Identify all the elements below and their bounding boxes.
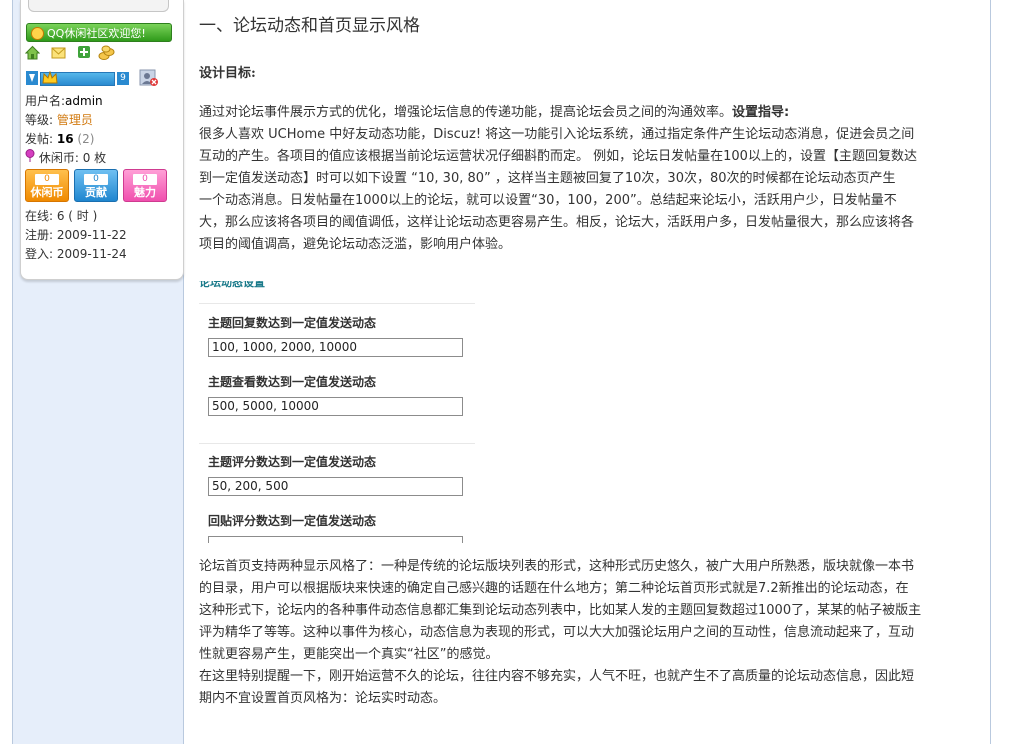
welcome-banner[interactable]: QQ休闲社区欢迎您!	[26, 23, 172, 42]
settings-screenshot: 论坛动态设置 主题回复数达到一定值发送动态 100, 1000, 2000, 1…	[199, 281, 475, 543]
badge-leisure-coin-label: 休闲币	[30, 186, 64, 199]
level-progress-bar	[40, 70, 115, 89]
style-line: 性就更容易产生，更能突出一个真实“社区”的感觉。	[199, 647, 499, 662]
add-friend-icon[interactable]	[77, 45, 92, 60]
admin-badge-icon	[25, 70, 39, 90]
intro-line: 通过对论坛事件展示方式的优化，增强论坛信息的传递功能，提高论坛会员之间的沟通效率…	[199, 105, 790, 120]
setting-input-view[interactable]: 500, 5000, 10000	[208, 397, 463, 416]
setting-label-view: 主题查看数达到一定值发送动态	[208, 375, 377, 389]
style-line: 评为精华了等等。这种以事件为核心，动态信息为表现的形式，可以大大加强论坛用户之间…	[199, 625, 915, 640]
group-value[interactable]: 管理员	[57, 113, 93, 127]
group-label: 等级:	[25, 113, 54, 127]
setting-label-reply: 主题回复数达到一定值发送动态	[208, 316, 377, 330]
login-row: 登入: 2009-11-24	[25, 247, 127, 261]
crown-icon	[42, 70, 58, 89]
badge-leisure-coin[interactable]: 0 休闲币	[25, 169, 69, 202]
settings-separator	[199, 303, 475, 304]
mail-icon[interactable]	[51, 45, 66, 60]
setting-label-thread-rate: 主题评分数达到一定值发送动态	[208, 455, 377, 469]
currency-value: 0 枚	[82, 151, 107, 165]
content-right-border	[990, 0, 991, 744]
badge-leisure-coin-value: 0	[35, 174, 59, 185]
setting-input-thread-rate[interactable]: 50, 200, 500	[208, 477, 463, 496]
badge-charm[interactable]: 0 魅力	[123, 169, 167, 202]
goal-heading: 设计目标:	[199, 66, 256, 81]
intro-line: 互动的产生。各项目的值应该根据当前论坛运营状况仔细斟酌而定。 例如，论坛日发帖量…	[199, 149, 917, 164]
setting-input-post-rate[interactable]	[208, 536, 463, 543]
user-status-icon[interactable]	[139, 69, 159, 91]
qq-icon	[31, 27, 44, 40]
pin-icon	[25, 149, 39, 165]
posts-value: 16	[56, 132, 74, 146]
level-number: 9	[117, 72, 129, 85]
username-row: 用户名:admin	[25, 92, 103, 109]
group-row: 等级: 管理员	[25, 111, 93, 128]
username-label: 用户名:	[25, 94, 66, 108]
article-title: 一、论坛动态和首页显示风格	[199, 16, 420, 36]
settings-clipped-heading: 论坛动态设置	[199, 281, 265, 289]
register-row: 注册: 2009-11-22	[25, 228, 127, 242]
style-line: 这种形式下，论坛内的各种事件动态信息都汇集到论坛动态列表中，比如某人发的主题回复…	[199, 603, 922, 618]
currency-label: 休闲币:	[38, 151, 79, 165]
intro-line: 很多人喜欢 UCHome 中好友动态功能，Discuz! 将这一功能引入论坛系统…	[199, 127, 915, 142]
intro-line: 一个动态消息。日发帖量在1000以上的论坛，就可以设置“30，100，200”。…	[199, 193, 897, 208]
welcome-banner-text: QQ休闲社区欢迎您!	[47, 27, 146, 40]
posts-extra: (2)	[77, 132, 95, 146]
setting-input-reply[interactable]: 100, 1000, 2000, 10000	[208, 338, 463, 357]
badge-charm-label: 魅力	[134, 186, 156, 199]
username-value[interactable]: admin	[65, 94, 103, 108]
badge-contribution-value: 0	[84, 174, 108, 185]
intro-paragraph: 通过对论坛事件展示方式的优化，增强论坛信息的传递功能，提高论坛会员之间的沟通效率…	[199, 102, 979, 256]
posts-label: 发帖:	[25, 132, 54, 146]
setting-label-post-rate: 回贴评分数达到一定值发送动态	[208, 514, 377, 528]
intro-line: 大，那么应该将各项目的阈值调低，这样让论坛动态更容易产生。相反，论坛大，活跃用户…	[199, 215, 915, 230]
profile-top-tab	[28, 0, 169, 12]
style-paragraph: 论坛首页支持两种显示风格了：一种是传统的论坛版块列表的形式，这种形式历史悠久，被…	[199, 556, 979, 710]
style-line: 在这里特别提醒一下，刚开始运营不久的论坛，往往内容不够充实，人气不旺，也就产生不…	[199, 669, 915, 684]
guide-label: 设置指导:	[732, 105, 790, 120]
coins-icon[interactable]	[98, 45, 115, 60]
settings-separator	[199, 443, 475, 444]
style-line: 期内不宜设置首页风格为：论坛实时动态。	[199, 691, 447, 706]
badge-contribution[interactable]: 0 贡献	[74, 169, 118, 202]
currency-row: 休闲币: 0 枚	[25, 149, 106, 166]
style-line: 的目录，用户可以根据版块来快速的确定自己感兴趣的话题在什么地方；第二种论坛首页形…	[199, 581, 909, 596]
intro-line: 到一定值发送动态】时可以如下设置 “10, 30, 80” ，这样当主题被回复了…	[199, 171, 896, 186]
online-row: 在线: 6 ( 时 )	[25, 209, 98, 223]
style-line: 论坛首页支持两种显示风格了：一种是传统的论坛版块列表的形式，这种形式历史悠久，被…	[199, 559, 915, 574]
home-icon[interactable]	[24, 45, 41, 60]
intro-line: 项目的阈值调高，避免论坛动态泛滥，影响用户体验。	[199, 237, 512, 252]
posts-row: 发帖: 16 (2)	[25, 130, 94, 147]
badge-contribution-label: 贡献	[85, 186, 107, 199]
badge-charm-value: 0	[133, 174, 157, 185]
